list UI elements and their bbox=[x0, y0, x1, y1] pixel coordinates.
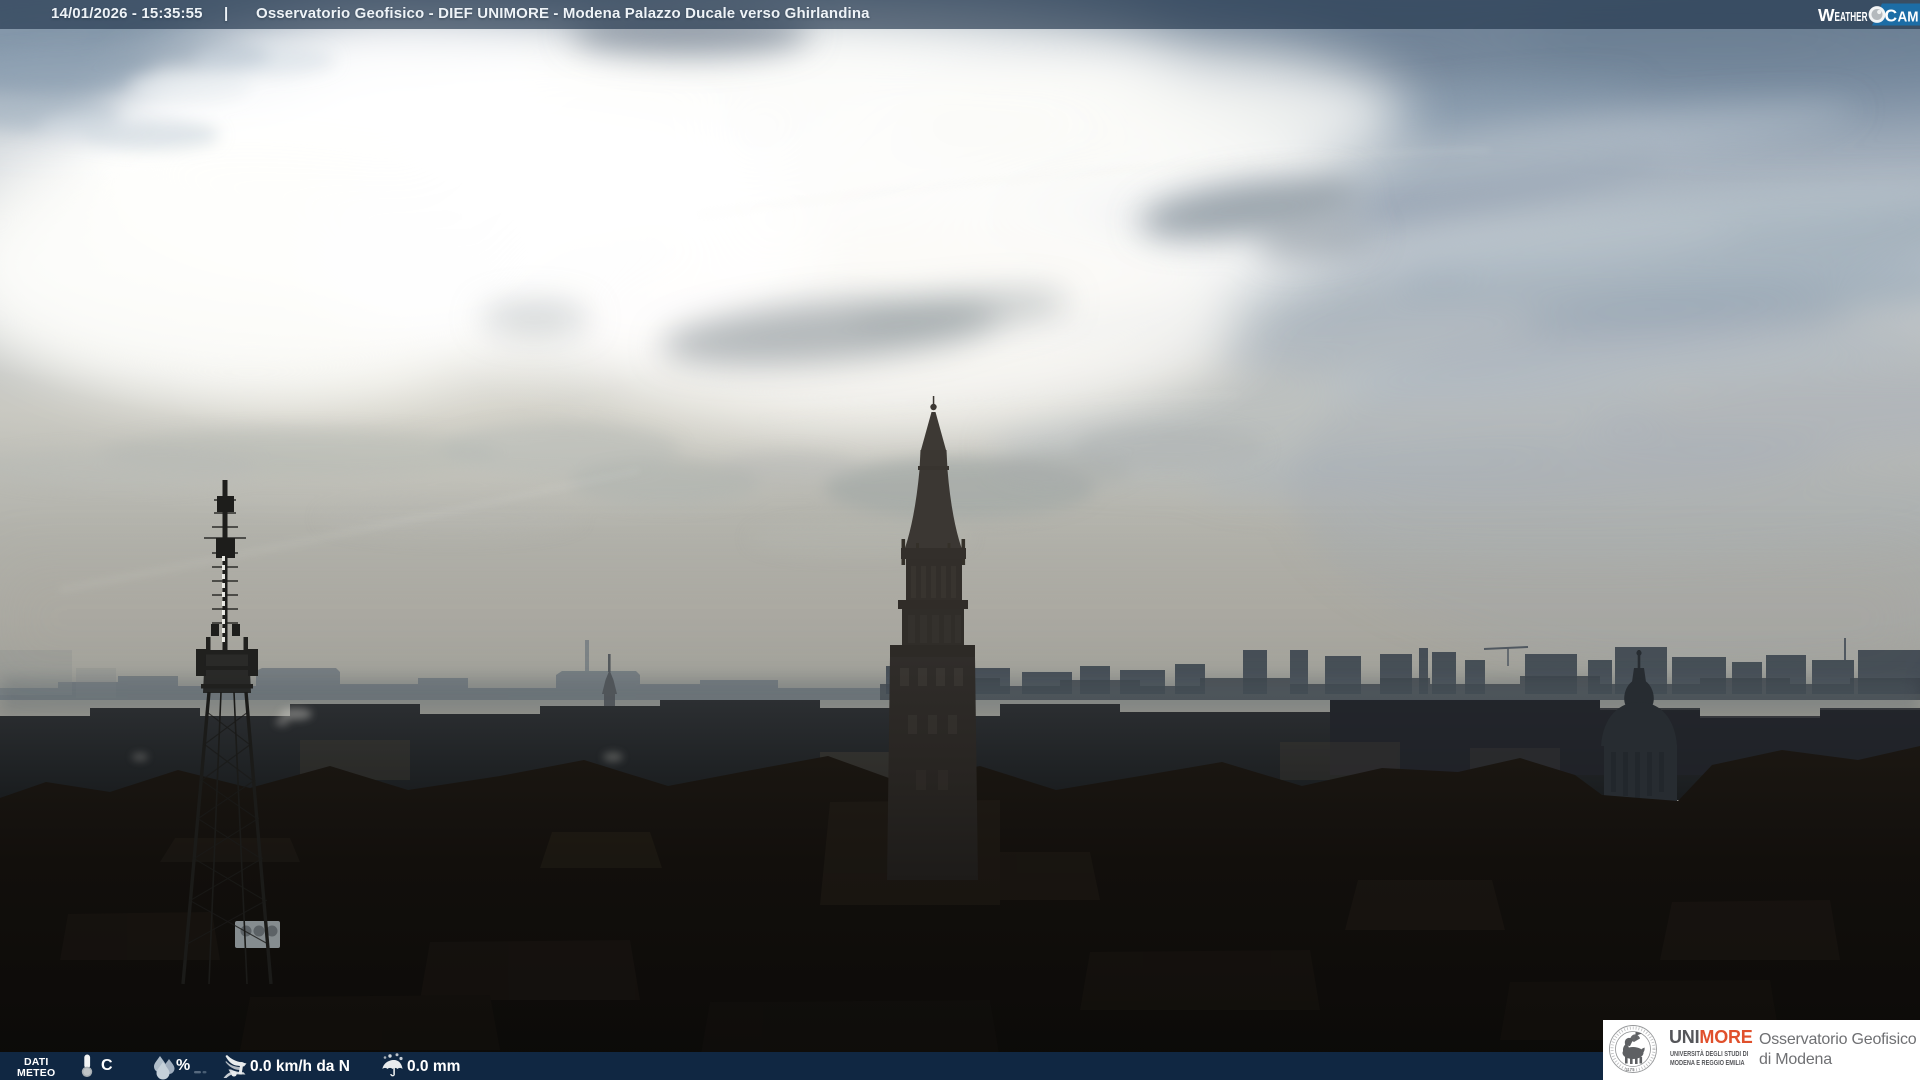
svg-text:C: C bbox=[1885, 6, 1898, 26]
svg-text:W: W bbox=[1818, 5, 1835, 25]
svg-text:EATHER: EATHER bbox=[1835, 10, 1868, 24]
svg-text:AM: AM bbox=[1898, 10, 1919, 26]
svg-text:1175: 1175 bbox=[1625, 1067, 1635, 1072]
